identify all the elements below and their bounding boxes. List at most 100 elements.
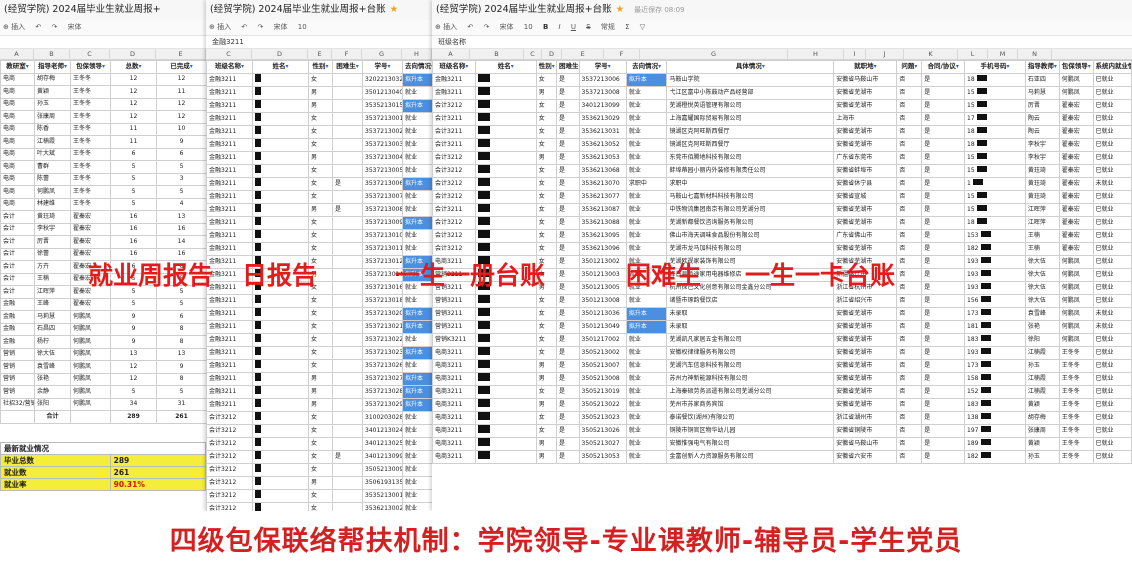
table-cell[interactable]: 12 xyxy=(110,372,157,386)
table-cell[interactable]: 否 xyxy=(896,436,923,451)
table-cell[interactable]: 否 xyxy=(896,345,923,360)
table-cell[interactable]: 就业 xyxy=(402,241,432,256)
table-cell[interactable]: 会计3212 xyxy=(206,436,253,451)
table-cell[interactable]: 是 xyxy=(921,72,966,87)
table-cell[interactable]: 会计3211 xyxy=(432,137,476,152)
filter-icon[interactable]: ▾ xyxy=(138,63,141,70)
table-cell[interactable]: 15 xyxy=(964,150,1026,165)
table-cell[interactable]: 铜陵市铜官区物华幼儿园 xyxy=(666,423,835,438)
table-cell[interactable]: 是 xyxy=(921,410,966,425)
table-cell[interactable] xyxy=(252,111,309,126)
table-cell[interactable]: 徐大伍 xyxy=(34,347,71,361)
table-row[interactable]: 金融3211 女 3537213021 拟升本 xyxy=(206,319,432,334)
table-cell[interactable]: 3537213022 xyxy=(362,332,403,347)
table-row[interactable]: 电商 孙玉 王冬冬 12 12 xyxy=(0,97,206,111)
table-cell[interactable]: 男 xyxy=(535,436,557,451)
table-cell[interactable]: 王楠 xyxy=(34,272,71,286)
table-cell[interactable]: 261 xyxy=(156,410,206,424)
table-cell[interactable]: 男 xyxy=(535,85,557,100)
table-cell[interactable]: 否 xyxy=(896,72,923,87)
column-header[interactable]: 手机号码▾ xyxy=(964,60,1026,74)
table-cell[interactable] xyxy=(332,254,363,269)
table-cell[interactable]: 金融3211 xyxy=(206,371,253,386)
table-cell[interactable]: 15 xyxy=(964,163,1026,178)
table-cell[interactable]: 18 xyxy=(964,137,1026,152)
table-cell[interactable]: 已就业 xyxy=(1092,280,1132,295)
table-cell[interactable]: 3501213049 xyxy=(578,319,627,334)
bold-button[interactable]: B xyxy=(543,23,548,31)
table-cell[interactable]: 陶云 xyxy=(1024,124,1060,139)
table-cell[interactable]: 弋江区富中小陈鼓动产品经营部 xyxy=(666,85,835,100)
table-cell[interactable]: 是 xyxy=(555,241,580,256)
table-cell[interactable]: 6 xyxy=(110,147,157,161)
table-cell[interactable]: 是 xyxy=(921,202,966,217)
table-cell[interactable]: 女 xyxy=(535,72,557,87)
table-cell[interactable]: 是 xyxy=(555,189,580,204)
table-cell[interactable]: 152 xyxy=(964,384,1026,399)
table-cell[interactable]: 会计3212 xyxy=(432,241,476,256)
table-cell[interactable]: 中铁物流集团南京有限公司芜湖分司 xyxy=(666,202,835,217)
table-cell[interactable]: 193 xyxy=(964,280,1026,295)
tab-title[interactable]: (经贸学院) 2024届毕业生就业周报+ xyxy=(0,0,206,20)
table-row[interactable]: 金融3211 女 3537213012 拟升本 xyxy=(206,254,432,269)
table-cell[interactable]: 电商3211 xyxy=(432,254,476,269)
table-cell[interactable]: 广东省佛山市 xyxy=(833,228,898,243)
column-header[interactable]: 班级名称▾ xyxy=(432,60,476,74)
table-cell[interactable]: 会计 xyxy=(0,235,35,249)
table-cell[interactable]: 李秋宇 xyxy=(1024,137,1060,152)
table-row[interactable]: 会计 厉晋 翟秦宏 16 14 xyxy=(0,235,206,249)
table-cell[interactable]: 会计3212 xyxy=(206,462,253,477)
table-cell[interactable]: 已就业 xyxy=(1092,124,1132,139)
table-cell[interactable]: 8 xyxy=(156,322,206,336)
table-cell[interactable]: 王冬冬 xyxy=(1058,410,1094,425)
table-cell[interactable]: 黄颖 xyxy=(1024,397,1060,412)
table-cell[interactable]: 3505213019 xyxy=(578,384,627,399)
table-row[interactable]: 会计3212 女是 3401213099 就业 芜湖橙悦英语管理有限公司 安徽省芜湖市否是… xyxy=(432,98,1132,113)
column-header[interactable]: 指导老师▾ xyxy=(34,60,71,74)
table-cell[interactable]: 浙江省湖州市 xyxy=(833,410,898,425)
table-cell[interactable]: 营销K3211 xyxy=(432,332,476,347)
table-cell[interactable]: 袁雪峰 xyxy=(1024,306,1060,321)
table-cell[interactable]: 徐大伍 xyxy=(1024,293,1060,308)
table-cell[interactable]: 就业 xyxy=(625,423,668,438)
table-cell[interactable]: 营销3211 xyxy=(432,306,476,321)
table-cell[interactable]: 就业 xyxy=(625,410,668,425)
table-cell[interactable]: 5 xyxy=(156,272,206,286)
table-cell[interactable]: 女 xyxy=(535,410,557,425)
table-cell[interactable]: 电商3211 xyxy=(432,423,476,438)
filter-icon[interactable]: ▾ xyxy=(190,63,193,70)
table-cell[interactable]: 女 xyxy=(535,254,557,269)
table-row[interactable]: 会计3212 女 3401213025 就业 xyxy=(206,436,432,451)
table-cell[interactable]: 金融3211 xyxy=(206,319,253,334)
column-header[interactable]: 性别▾ xyxy=(535,60,557,74)
table-cell[interactable]: 安徽省芜湖市 xyxy=(833,345,898,360)
namebox[interactable]: 金融3211 xyxy=(206,36,432,49)
table-cell[interactable]: 18 xyxy=(964,72,1026,87)
table-row[interactable]: 金融3211 女是 3537213006 拟升本 马鞍山学院 安徽省马鞍山市否是 18 石亚四… xyxy=(432,72,1132,87)
table-cell[interactable]: 男 xyxy=(535,280,557,295)
table-cell[interactable]: 女 xyxy=(308,228,333,243)
table-cell[interactable]: 是 xyxy=(921,176,966,191)
table-cell[interactable]: 女 xyxy=(535,384,557,399)
table-cell[interactable]: 3536213029 xyxy=(578,111,627,126)
table-cell[interactable] xyxy=(252,475,309,490)
table-cell[interactable]: 广东省东莞市 xyxy=(833,150,898,165)
table-cell[interactable]: 3537213006 xyxy=(578,72,627,87)
table-cell[interactable]: 拟升本 xyxy=(402,345,432,360)
table-cell[interactable]: 否 xyxy=(896,189,923,204)
table-row[interactable]: 电商3211 女是 3505213019 就业 上海秦硕劳务派遣有限公司芜湖分公司 安徽省… xyxy=(432,384,1132,399)
table-cell[interactable]: 是 xyxy=(555,397,580,412)
table-cell[interactable]: 女 xyxy=(308,358,333,373)
table-row[interactable]: 金融3211 女 3537213005 就业 xyxy=(206,163,432,178)
table-cell[interactable]: 拟升本 xyxy=(402,306,432,321)
table-cell[interactable]: 翟秦宏 xyxy=(70,210,111,224)
table-cell[interactable]: 拟升本 xyxy=(402,384,432,399)
table-cell[interactable]: 翟秦宏 xyxy=(1058,241,1094,256)
table-cell[interactable]: 男 xyxy=(535,449,557,464)
table-cell[interactable]: 3537213016 xyxy=(362,280,403,295)
filter-icon[interactable]: ▾ xyxy=(465,63,468,70)
table-cell[interactable] xyxy=(474,384,537,399)
table-cell[interactable]: 9 xyxy=(156,360,206,374)
undo-button[interactable]: ↶ xyxy=(467,23,473,31)
table-cell[interactable]: 会计 xyxy=(0,210,35,224)
